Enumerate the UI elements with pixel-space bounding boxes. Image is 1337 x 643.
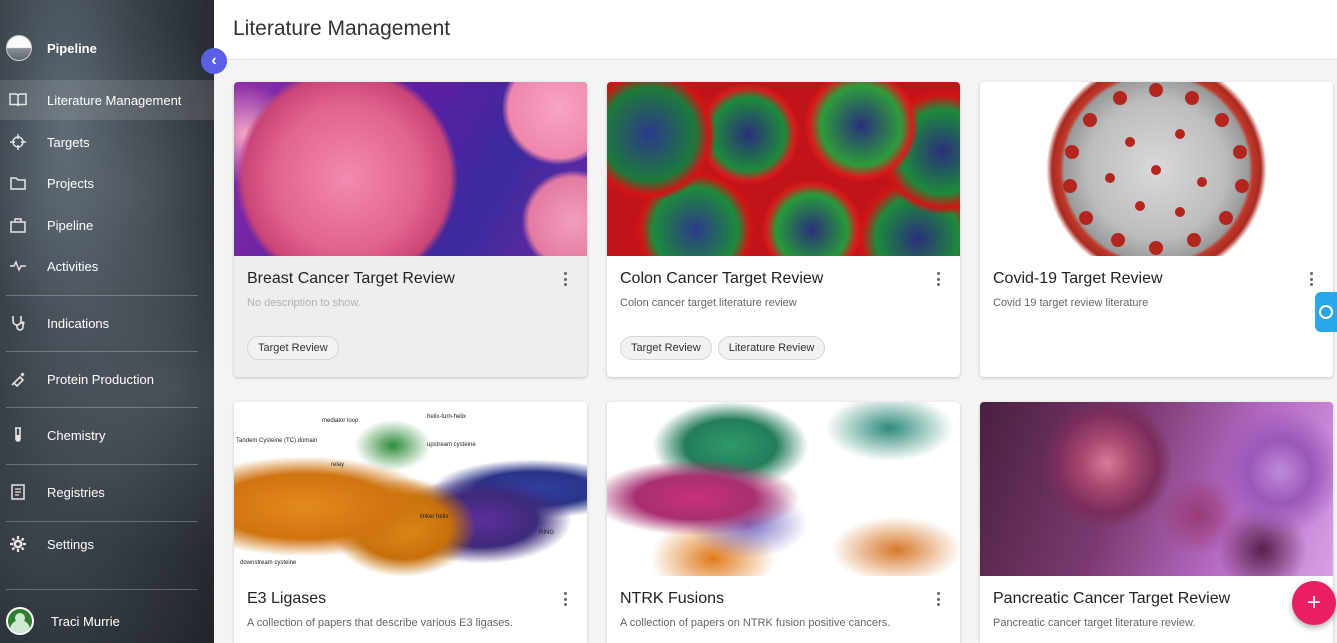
card-image <box>607 402 960 576</box>
card-description: A collection of papers on NTRK fusion po… <box>620 617 891 629</box>
brand-name: Pipeline <box>47 40 97 56</box>
pulse-icon <box>8 256 28 276</box>
sidebar-item-activities[interactable]: Activities <box>0 246 214 286</box>
tag-chip[interactable]: Target Review <box>247 336 339 360</box>
avatar <box>6 607 34 635</box>
collection-card-breast-cancer[interactable]: Breast Cancer Target Review No descripti… <box>234 82 587 377</box>
collection-card-covid-19[interactable]: Covid-19 Target Review Covid 19 target r… <box>980 82 1333 377</box>
card-tags: Target Review <box>247 336 339 360</box>
image-label: relay <box>331 462 345 468</box>
plus-icon: + <box>1306 589 1321 616</box>
book-icon <box>8 90 28 110</box>
pipeline-logo-icon <box>6 35 32 61</box>
tag-chip[interactable]: Literature Review <box>717 336 826 360</box>
tag-chip[interactable]: Target Review <box>620 336 712 360</box>
sidebar-item-protein-production[interactable]: Protein Production <box>0 359 214 399</box>
sidebar-item-label: Targets <box>47 134 90 150</box>
more-options-icon[interactable] <box>1307 270 1315 288</box>
user-profile[interactable]: Traci Murrie <box>0 601 214 641</box>
more-options-icon[interactable] <box>561 270 569 288</box>
sidebar-item-label: Pipeline <box>47 217 94 233</box>
collection-card-colon-cancer[interactable]: Colon Cancer Target Review Colon cancer … <box>607 82 960 377</box>
image-label: downstream cysteine <box>240 560 297 566</box>
sidebar-item-label: Literature Management <box>47 92 182 108</box>
sidebar-item-label: Activities <box>47 258 99 274</box>
image-label: Tandem Cysteine (TC) domain <box>236 438 318 444</box>
sidebar-divider <box>6 295 198 296</box>
collection-card-ntrk-fusions[interactable]: NTRK Fusions A collection of papers on N… <box>607 402 960 643</box>
briefcase-icon <box>8 215 28 235</box>
sidebar-divider <box>6 464 198 465</box>
user-name: Traci Murrie <box>51 613 120 629</box>
sidebar-item-targets[interactable]: Targets <box>0 122 214 162</box>
sidebar-item-pipeline[interactable]: Pipeline <box>0 205 214 245</box>
card-image <box>980 82 1333 256</box>
sidebar-item-label: Projects <box>47 175 94 191</box>
sidebar-divider <box>6 351 198 352</box>
card-title: NTRK Fusions <box>620 590 725 607</box>
sidebar-divider <box>6 521 198 522</box>
more-options-icon[interactable] <box>934 590 942 608</box>
card-description: Colon cancer target literature review <box>620 297 797 309</box>
sidebar-item-chemistry[interactable]: Chemistry <box>0 415 214 455</box>
card-image <box>234 82 587 256</box>
page-header: Literature Management <box>214 0 1337 60</box>
collection-card-e3-ligases[interactable]: mediator loop helix-turn-helix Tandem Cy… <box>234 402 587 643</box>
collapse-sidebar-button[interactable]: ‹ <box>201 48 227 74</box>
more-options-icon[interactable] <box>561 590 569 608</box>
crosshair-icon <box>8 132 28 152</box>
image-label: upstream cysteine <box>427 442 476 448</box>
card-title: E3 Ligases <box>247 590 327 607</box>
card-title: Pancreatic Cancer Target Review <box>993 590 1231 607</box>
image-label: mediator loop <box>322 418 359 424</box>
card-description: Covid 19 target review literature <box>993 297 1149 309</box>
card-title: Colon Cancer Target Review <box>620 270 824 287</box>
sidebar-item-label: Chemistry <box>47 427 106 443</box>
collection-card-pancreatic-cancer[interactable]: Pancreatic Cancer Target Review Pancreat… <box>980 402 1333 643</box>
virus-illustration <box>1063 83 1249 255</box>
sidebar-item-indications[interactable]: Indications <box>0 303 214 343</box>
card-tags: Target Review Literature Review <box>620 336 826 360</box>
sidebar-item-literature-management[interactable]: Literature Management <box>0 80 214 120</box>
document-list-icon <box>8 482 28 502</box>
folder-icon <box>8 173 28 193</box>
sidebar-divider <box>6 407 198 408</box>
sidebar: Pipeline Literature Management Targets P… <box>0 0 214 643</box>
add-collection-button[interactable]: + <box>1292 581 1336 625</box>
card-image <box>980 402 1333 576</box>
chevron-left-icon: ‹ <box>211 52 217 69</box>
sidebar-item-label: Registries <box>47 484 105 500</box>
sidebar-item-settings[interactable]: Settings <box>0 524 214 564</box>
test-tube-icon <box>8 425 28 445</box>
sidebar-item-registries[interactable]: Registries <box>0 472 214 512</box>
sidebar-item-label: Settings <box>47 536 94 552</box>
card-description: Pancreatic cancer target literature revi… <box>993 617 1196 629</box>
image-label: RING <box>539 530 554 536</box>
card-image: mediator loop helix-turn-helix Tandem Cy… <box>234 402 587 576</box>
gear-icon <box>8 534 28 554</box>
sidebar-item-label: Protein Production <box>47 371 154 387</box>
sidebar-item-projects[interactable]: Projects <box>0 163 214 203</box>
card-image <box>607 82 960 256</box>
card-description: No description to show. <box>247 297 361 309</box>
card-title: Breast Cancer Target Review <box>247 270 455 287</box>
sidebar-divider <box>6 589 198 590</box>
image-label: helix-turn-helix <box>427 414 467 420</box>
more-options-icon[interactable] <box>934 270 942 288</box>
image-label: linker helix <box>420 514 449 520</box>
stethoscope-icon <box>8 313 28 333</box>
brand[interactable]: Pipeline <box>0 28 214 68</box>
page-title: Literature Management <box>233 17 451 40</box>
help-widget-tab[interactable] <box>1315 292 1337 332</box>
help-icon <box>1319 305 1333 319</box>
sidebar-item-label: Indications <box>47 315 110 331</box>
card-title: Covid-19 Target Review <box>993 270 1163 287</box>
syringe-icon <box>8 369 28 389</box>
card-description: A collection of papers that describe var… <box>247 617 513 629</box>
